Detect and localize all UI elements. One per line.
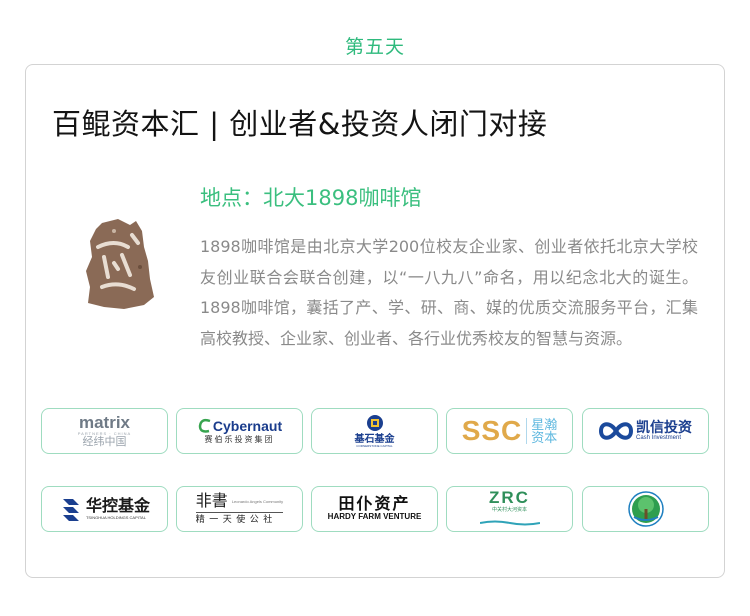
- partner-logo-tree[interactable]: [582, 486, 709, 532]
- tree-emblem-icon: [627, 491, 664, 527]
- event-card: 百鲲资本汇 | 创业者&投资人闭门对接 地点：北大1898咖啡馆 1898咖啡馆…: [25, 64, 725, 578]
- infinity-mark-icon: [599, 422, 633, 440]
- partner-logo-cash-investment[interactable]: 凯信投资 Cash Investment: [582, 408, 709, 454]
- wave-line-icon: [479, 520, 540, 526]
- event-location: 地点：北大1898咖啡馆: [200, 186, 422, 210]
- partner-logo-cornerstone[interactable]: 基石基金 CORNERSTONE CAPITAL: [311, 408, 438, 454]
- seal-stamp-image: [86, 219, 154, 309]
- partner-logo-hardy-farm[interactable]: 田仆资产 HARDY FARM VENTURE: [311, 486, 438, 532]
- partner-logo-zrc[interactable]: ZRC 中关村大河资本: [446, 486, 573, 532]
- event-description: 1898咖啡馆是由北京大学200位校友企业家、创业者依托北京大学校友创业联合会联…: [200, 237, 698, 348]
- partner-logo-cybernaut[interactable]: Cybernaut 赛伯乐投资集团: [176, 408, 303, 454]
- day-label: 第五天: [344, 36, 405, 58]
- partner-logo-matrix[interactable]: matrix PARTNERS · CHINA 经纬中国: [41, 408, 168, 454]
- cybernaut-mark-icon: [198, 418, 211, 433]
- tsinghua-mark-icon: [62, 499, 79, 521]
- event-title: 百鲲资本汇 | 创业者&投资人闭门对接: [52, 107, 548, 141]
- cornerstone-mark-icon: [366, 415, 383, 431]
- partner-logo-leonardo-angels[interactable]: 非書 Leonardo Angels Community 精 一 天 使 公 社: [176, 486, 303, 532]
- partner-logo-ssc[interactable]: SSC 星瀚 资本: [446, 408, 573, 454]
- partner-logo-tsinghua-holdings[interactable]: 华控基金 TSINGHUA HOLDINGS CAPITAL: [41, 486, 168, 532]
